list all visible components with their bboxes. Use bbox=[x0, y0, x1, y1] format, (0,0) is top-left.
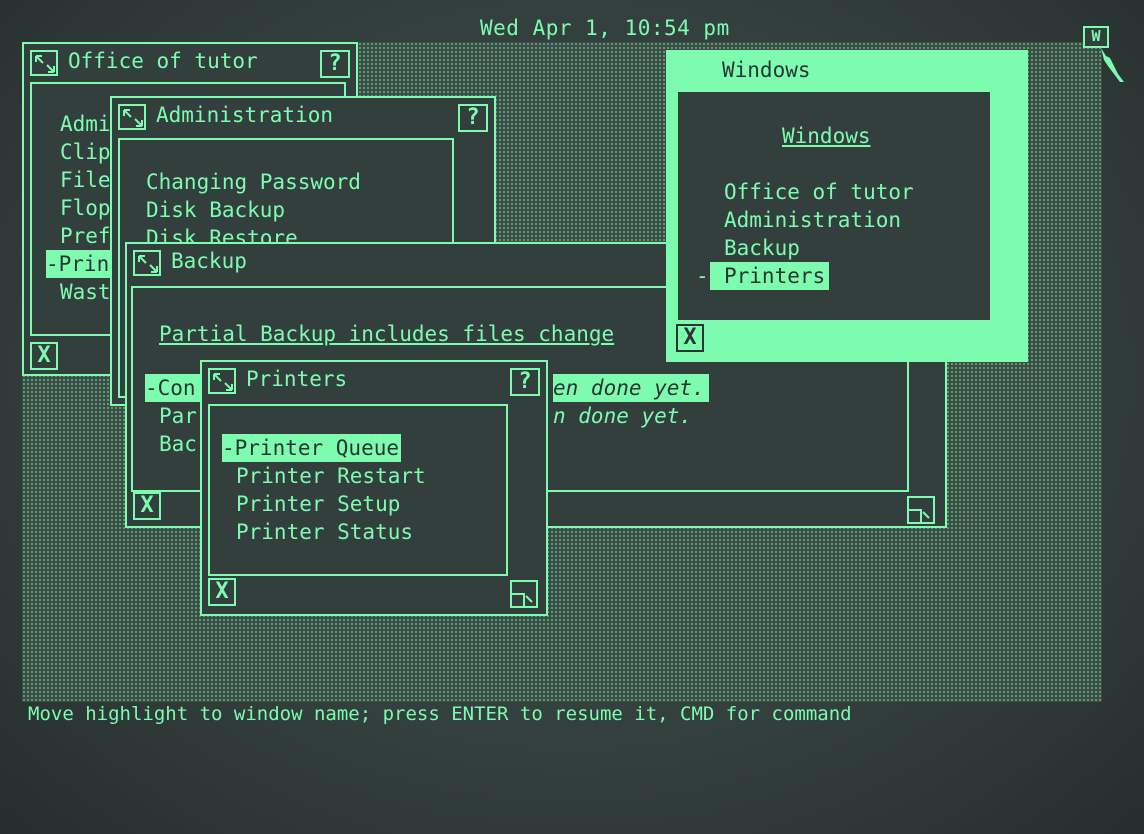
title-bar[interactable]: Office of tutor ? bbox=[24, 44, 356, 82]
list-item[interactable]: Changing Password bbox=[146, 168, 361, 196]
clock: Wed Apr 1, 10:54 pm bbox=[480, 16, 730, 40]
window-title: Office of tutor bbox=[68, 49, 258, 73]
help-button[interactable]: ? bbox=[510, 368, 540, 396]
menu-item[interactable]: Administration bbox=[724, 206, 901, 234]
list-item[interactable]: File bbox=[60, 166, 111, 194]
status-line: Move highlight to window name; press ENT… bbox=[28, 703, 852, 725]
menu-item[interactable]: Backup bbox=[724, 234, 800, 262]
list-item[interactable]: Flop bbox=[60, 194, 111, 222]
list-item[interactable]: Wast bbox=[60, 278, 111, 306]
list-item[interactable]: Disk Backup bbox=[146, 196, 285, 224]
list-item[interactable]: Bac bbox=[159, 430, 197, 458]
window-printers[interactable]: Printers ? -Printer Queue Printer Restar… bbox=[200, 360, 548, 616]
window-title: Backup bbox=[171, 249, 247, 273]
close-button[interactable]: X bbox=[30, 342, 58, 370]
zoom-box-icon[interactable] bbox=[118, 104, 146, 130]
close-button[interactable]: X bbox=[133, 492, 161, 520]
selection-marker: - bbox=[696, 264, 709, 288]
list-item-tail[interactable]: n done yet. bbox=[553, 402, 692, 430]
window-title: Windows bbox=[722, 58, 811, 82]
window-title: Administration bbox=[156, 103, 334, 127]
menu-item[interactable]: Office of tutor bbox=[724, 178, 914, 206]
title-bar[interactable]: Printers ? bbox=[202, 362, 546, 400]
list-item-selected-tail[interactable]: en done yet. bbox=[553, 374, 709, 402]
list-item[interactable]: Printer Setup bbox=[236, 490, 400, 518]
zoom-box-icon[interactable] bbox=[133, 250, 161, 276]
list-item-selected[interactable]: -Con bbox=[145, 374, 202, 402]
help-button[interactable]: ? bbox=[320, 50, 350, 78]
mouse-cursor-icon bbox=[1101, 48, 1124, 82]
window-windows-menu[interactable]: Windows Windows Office of tutor Administ… bbox=[666, 50, 1028, 362]
list-item[interactable]: Pref bbox=[60, 222, 111, 250]
close-button[interactable]: X bbox=[208, 578, 236, 606]
zoom-box-icon[interactable] bbox=[30, 50, 58, 76]
help-button[interactable]: ? bbox=[458, 104, 488, 132]
list-item[interactable]: Admi bbox=[60, 110, 111, 138]
list-item-selected[interactable]: -Printer Queue bbox=[222, 434, 402, 462]
grow-box-icon[interactable] bbox=[510, 580, 538, 608]
window-content: -Printer Queue Printer Restart Printer S… bbox=[208, 404, 508, 576]
menu-item-selected[interactable]: Printers bbox=[710, 262, 830, 290]
list-item[interactable]: Printer Status bbox=[236, 518, 413, 546]
window-title: Printers bbox=[246, 367, 348, 391]
close-button[interactable]: X bbox=[676, 324, 704, 352]
backup-heading: Partial Backup includes files change bbox=[159, 322, 615, 346]
menu-heading: Windows bbox=[782, 124, 871, 148]
zoom-box-icon[interactable] bbox=[208, 368, 236, 394]
title-bar[interactable]: Administration ? bbox=[112, 98, 494, 136]
list-item[interactable]: Printer Restart bbox=[236, 462, 426, 490]
list-item[interactable]: Clip bbox=[60, 138, 111, 166]
list-item-selected[interactable]: -Prin bbox=[46, 250, 118, 278]
list-item[interactable]: Par bbox=[159, 402, 197, 430]
app-menu-icon[interactable]: W bbox=[1083, 26, 1109, 48]
grow-box-icon[interactable] bbox=[907, 496, 935, 524]
window-content: Windows Office of tutor Administration B… bbox=[678, 92, 990, 320]
